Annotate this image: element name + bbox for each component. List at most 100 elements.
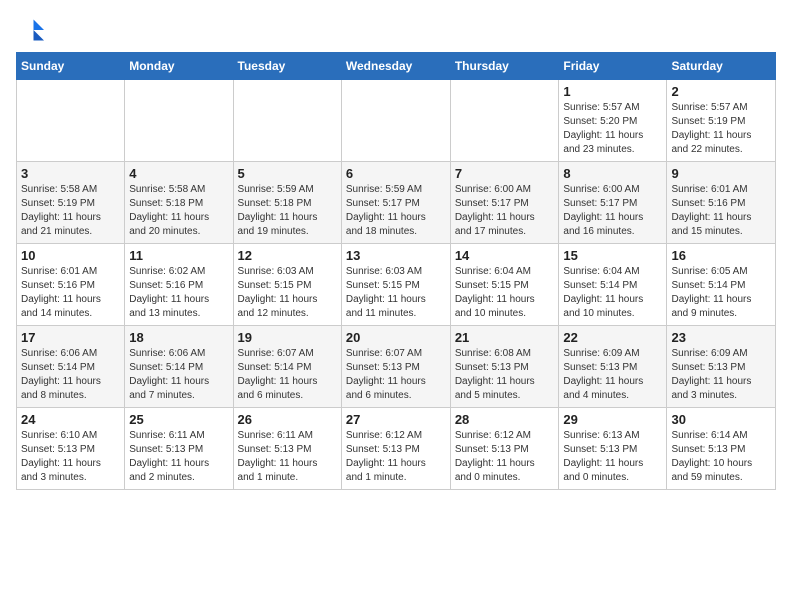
day-number: 16 xyxy=(671,248,771,263)
day-info: Sunrise: 6:08 AM Sunset: 5:13 PM Dayligh… xyxy=(455,347,555,403)
day-info: Sunrise: 6:04 AM Sunset: 5:15 PM Dayligh… xyxy=(455,265,555,321)
calendar-cell: 10 Sunrise: 6:01 AM Sunset: 5:16 PM Dayli… xyxy=(17,244,125,326)
day-number: 4 xyxy=(129,166,228,181)
logo-icon xyxy=(16,16,44,44)
day-info: Sunrise: 6:01 AM Sunset: 5:16 PM Dayligh… xyxy=(21,265,120,321)
calendar-cell: 11 Sunrise: 6:02 AM Sunset: 5:16 PM Dayli… xyxy=(125,244,233,326)
calendar-cell xyxy=(233,80,341,162)
day-number: 11 xyxy=(129,248,228,263)
calendar-cell: 20 Sunrise: 6:07 AM Sunset: 5:13 PM Dayli… xyxy=(341,326,450,408)
day-number: 8 xyxy=(563,166,662,181)
day-number: 29 xyxy=(563,412,662,427)
calendar-cell: 4 Sunrise: 5:58 AM Sunset: 5:18 PM Daylig… xyxy=(125,162,233,244)
day-info: Sunrise: 6:02 AM Sunset: 5:16 PM Dayligh… xyxy=(129,265,228,321)
calendar-cell: 8Sunrise: 6:00 AM Sunset: 5:17 PM Daylig… xyxy=(559,162,667,244)
calendar-cell: 24 Sunrise: 6:10 AM Sunset: 5:13 PM Dayli… xyxy=(17,408,125,490)
calendar-cell xyxy=(341,80,450,162)
calendar-cell: 26 Sunrise: 6:11 AM Sunset: 5:13 PM Dayli… xyxy=(233,408,341,490)
calendar-cell: 5 Sunrise: 5:59 AM Sunset: 5:18 PM Daylig… xyxy=(233,162,341,244)
day-number: 9 xyxy=(671,166,771,181)
calendar-cell xyxy=(17,80,125,162)
day-number: 10 xyxy=(21,248,120,263)
calendar-header-sunday: Sunday xyxy=(17,53,125,80)
day-number: 2 xyxy=(671,84,771,99)
day-number: 23 xyxy=(671,330,771,345)
day-number: 22 xyxy=(563,330,662,345)
page-header xyxy=(16,16,776,44)
day-info: Sunrise: 6:07 AM Sunset: 5:14 PM Dayligh… xyxy=(238,347,337,403)
day-number: 30 xyxy=(671,412,771,427)
day-info: Sunrise: 5:57 AM Sunset: 5:19 PM Dayligh… xyxy=(671,101,771,157)
calendar-cell: 13 Sunrise: 6:03 AM Sunset: 5:15 PM Dayli… xyxy=(341,244,450,326)
calendar-cell xyxy=(450,80,559,162)
day-info: Sunrise: 5:57 AM Sunset: 5:20 PM Dayligh… xyxy=(563,101,662,157)
calendar-header-tuesday: Tuesday xyxy=(233,53,341,80)
calendar-week-5: 24 Sunrise: 6:10 AM Sunset: 5:13 PM Dayli… xyxy=(17,408,776,490)
calendar-week-4: 17 Sunrise: 6:06 AM Sunset: 5:14 PM Dayli… xyxy=(17,326,776,408)
day-number: 25 xyxy=(129,412,228,427)
day-info: Sunrise: 6:14 AM Sunset: 5:13 PM Dayligh… xyxy=(671,429,771,485)
calendar-cell: 7 Sunrise: 6:00 AM Sunset: 5:17 PM Daylig… xyxy=(450,162,559,244)
calendar-header-thursday: Thursday xyxy=(450,53,559,80)
calendar-cell: 16 Sunrise: 6:05 AM Sunset: 5:14 PM Dayli… xyxy=(667,244,776,326)
calendar-cell: 6 Sunrise: 5:59 AM Sunset: 5:17 PM Daylig… xyxy=(341,162,450,244)
day-info: Sunrise: 6:09 AM Sunset: 5:13 PM Dayligh… xyxy=(563,347,662,403)
calendar-cell: 19 Sunrise: 6:07 AM Sunset: 5:14 PM Dayli… xyxy=(233,326,341,408)
day-number: 19 xyxy=(238,330,337,345)
calendar-cell: 29 Sunrise: 6:13 AM Sunset: 5:13 PM Dayli… xyxy=(559,408,667,490)
calendar-cell: 22 Sunrise: 6:09 AM Sunset: 5:13 PM Dayli… xyxy=(559,326,667,408)
day-number: 27 xyxy=(346,412,446,427)
calendar-header-saturday: Saturday xyxy=(667,53,776,80)
day-number: 13 xyxy=(346,248,446,263)
day-info: Sunrise: 6:11 AM Sunset: 5:13 PM Dayligh… xyxy=(238,429,337,485)
calendar-cell: 14Sunrise: 6:04 AM Sunset: 5:15 PM Dayli… xyxy=(450,244,559,326)
calendar-cell: 18 Sunrise: 6:06 AM Sunset: 5:14 PM Dayli… xyxy=(125,326,233,408)
calendar-header-wednesday: Wednesday xyxy=(341,53,450,80)
calendar-cell: 17 Sunrise: 6:06 AM Sunset: 5:14 PM Dayli… xyxy=(17,326,125,408)
day-number: 24 xyxy=(21,412,120,427)
day-number: 5 xyxy=(238,166,337,181)
calendar-week-2: 3Sunrise: 5:58 AM Sunset: 5:19 PM Daylig… xyxy=(17,162,776,244)
day-info: Sunrise: 6:06 AM Sunset: 5:14 PM Dayligh… xyxy=(21,347,120,403)
day-info: Sunrise: 6:07 AM Sunset: 5:13 PM Dayligh… xyxy=(346,347,446,403)
calendar-cell xyxy=(125,80,233,162)
day-info: Sunrise: 6:03 AM Sunset: 5:15 PM Dayligh… xyxy=(238,265,337,321)
day-number: 17 xyxy=(21,330,120,345)
day-number: 7 xyxy=(455,166,555,181)
day-info: Sunrise: 6:09 AM Sunset: 5:13 PM Dayligh… xyxy=(671,347,771,403)
calendar-cell: 21Sunrise: 6:08 AM Sunset: 5:13 PM Dayli… xyxy=(450,326,559,408)
day-info: Sunrise: 6:06 AM Sunset: 5:14 PM Dayligh… xyxy=(129,347,228,403)
calendar-header-monday: Monday xyxy=(125,53,233,80)
calendar-cell: 15 Sunrise: 6:04 AM Sunset: 5:14 PM Dayli… xyxy=(559,244,667,326)
calendar-week-3: 10 Sunrise: 6:01 AM Sunset: 5:16 PM Dayli… xyxy=(17,244,776,326)
day-info: Sunrise: 6:12 AM Sunset: 5:13 PM Dayligh… xyxy=(455,429,555,485)
calendar-cell: 1Sunrise: 5:57 AM Sunset: 5:20 PM Daylig… xyxy=(559,80,667,162)
calendar-header-friday: Friday xyxy=(559,53,667,80)
day-info: Sunrise: 6:12 AM Sunset: 5:13 PM Dayligh… xyxy=(346,429,446,485)
day-info: Sunrise: 6:03 AM Sunset: 5:15 PM Dayligh… xyxy=(346,265,446,321)
day-info: Sunrise: 6:04 AM Sunset: 5:14 PM Dayligh… xyxy=(563,265,662,321)
day-number: 20 xyxy=(346,330,446,345)
calendar-cell: 27 Sunrise: 6:12 AM Sunset: 5:13 PM Dayli… xyxy=(341,408,450,490)
calendar-cell: 2 Sunrise: 5:57 AM Sunset: 5:19 PM Daylig… xyxy=(667,80,776,162)
day-number: 6 xyxy=(346,166,446,181)
calendar-week-1: 1Sunrise: 5:57 AM Sunset: 5:20 PM Daylig… xyxy=(17,80,776,162)
calendar-table: SundayMondayTuesdayWednesdayThursdayFrid… xyxy=(16,52,776,490)
day-info: Sunrise: 6:00 AM Sunset: 5:17 PM Dayligh… xyxy=(455,183,555,239)
day-info: Sunrise: 5:59 AM Sunset: 5:17 PM Dayligh… xyxy=(346,183,446,239)
day-info: Sunrise: 6:01 AM Sunset: 5:16 PM Dayligh… xyxy=(671,183,771,239)
calendar-cell: 28Sunrise: 6:12 AM Sunset: 5:13 PM Dayli… xyxy=(450,408,559,490)
calendar-cell: 3Sunrise: 5:58 AM Sunset: 5:19 PM Daylig… xyxy=(17,162,125,244)
day-number: 18 xyxy=(129,330,228,345)
day-info: Sunrise: 5:58 AM Sunset: 5:18 PM Dayligh… xyxy=(129,183,228,239)
day-info: Sunrise: 5:59 AM Sunset: 5:18 PM Dayligh… xyxy=(238,183,337,239)
day-info: Sunrise: 6:10 AM Sunset: 5:13 PM Dayligh… xyxy=(21,429,120,485)
calendar-cell: 9 Sunrise: 6:01 AM Sunset: 5:16 PM Daylig… xyxy=(667,162,776,244)
day-info: Sunrise: 6:05 AM Sunset: 5:14 PM Dayligh… xyxy=(671,265,771,321)
calendar-cell: 25Sunrise: 6:11 AM Sunset: 5:13 PM Dayli… xyxy=(125,408,233,490)
day-number: 15 xyxy=(563,248,662,263)
logo xyxy=(16,16,48,44)
calendar-cell: 23 Sunrise: 6:09 AM Sunset: 5:13 PM Dayli… xyxy=(667,326,776,408)
day-number: 26 xyxy=(238,412,337,427)
day-info: Sunrise: 6:13 AM Sunset: 5:13 PM Dayligh… xyxy=(563,429,662,485)
